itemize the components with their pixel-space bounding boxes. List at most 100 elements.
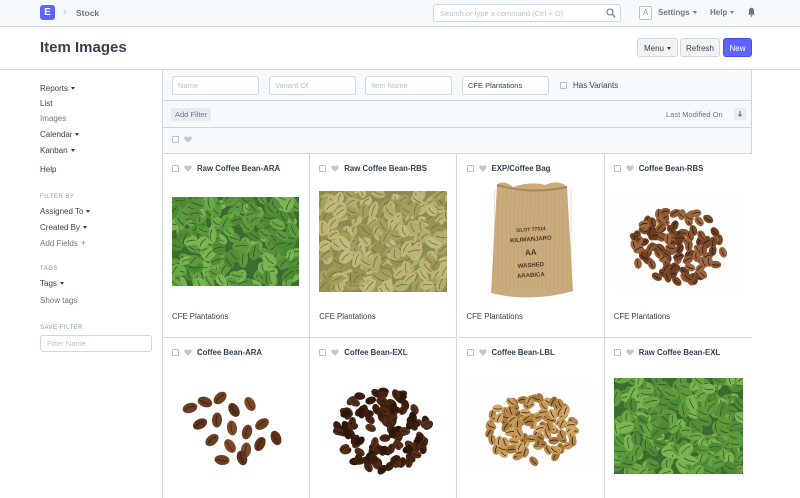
item-image[interactable] — [466, 380, 595, 470]
has-variants-checkbox[interactable] — [560, 82, 567, 89]
navbar: E › Stock A Settings Help — [0, 0, 800, 27]
add-fields-link[interactable]: Add Fields + — [40, 238, 86, 248]
refresh-button[interactable]: Refresh — [680, 38, 720, 57]
sort-order-button[interactable] — [734, 108, 746, 120]
tags-label: Tags — [40, 279, 57, 288]
add-filter-button[interactable]: Add Filter — [171, 108, 212, 121]
item-card[interactable]: Raw Coffee Bean-RBS CFE Plantations — [310, 154, 458, 338]
has-variants-label: Has Variants — [573, 81, 619, 90]
sidebar-item-help[interactable]: Help — [40, 165, 56, 174]
item-title[interactable]: EXP/Coffee Bag — [492, 164, 551, 173]
item-title[interactable]: Raw Coffee Bean-EXL — [639, 348, 720, 357]
select-all-checkbox[interactable] — [172, 136, 179, 143]
item-card[interactable]: Raw Coffee Bean-ARA CFE Plantations — [163, 154, 310, 338]
item-title[interactable]: Coffee Bean-ARA — [197, 348, 262, 357]
sidebar-item-list[interactable]: List — [40, 99, 52, 108]
heart-icon[interactable] — [625, 165, 634, 172]
item-name-filter-input[interactable] — [365, 76, 452, 95]
item-title[interactable]: Coffee Bean-RBS — [639, 164, 704, 173]
heart-icon[interactable] — [184, 349, 192, 356]
search-input[interactable] — [434, 5, 594, 21]
item-image[interactable] — [613, 191, 742, 292]
item-image[interactable] — [319, 191, 448, 292]
item-checkbox[interactable] — [466, 165, 474, 172]
caret-down-icon — [667, 47, 671, 51]
item-group: CFE Plantations — [613, 312, 671, 321]
item-image[interactable] — [172, 380, 300, 468]
item-title[interactable]: Raw Coffee Bean-RBS — [344, 164, 427, 173]
tags-heading: TAGS — [40, 266, 58, 272]
breadcrumb-stock[interactable]: Stock — [76, 8, 99, 18]
item-title[interactable]: Coffee Bean-LBL — [492, 348, 555, 357]
caret-down-icon — [730, 11, 735, 15]
item-image[interactable] — [172, 197, 299, 286]
bell-icon[interactable] — [747, 7, 756, 17]
item-image[interactable] — [319, 370, 448, 482]
sidebar-item-reports[interactable]: Reports — [40, 84, 76, 93]
green-coffee-beans-image — [613, 378, 743, 474]
assigned-to-filter[interactable]: Assigned To — [40, 207, 91, 216]
search-icon[interactable] — [606, 8, 616, 18]
created-by-label: Created By — [40, 223, 81, 232]
show-tags-link[interactable]: Show tags — [40, 296, 77, 305]
sort-selector[interactable]: Last Modified On — [666, 110, 723, 119]
item-card[interactable]: Coffee Bean-RBS CFE Plantations — [604, 154, 752, 338]
item-image[interactable]: 5/LOT 77314 KILIMANJARO AA WASHED ARABICA — [482, 179, 580, 305]
menu-button[interactable]: Menu — [637, 38, 678, 57]
item-group: CFE Plantations — [172, 312, 229, 321]
settings-label: Settings — [658, 8, 690, 17]
item-checkbox[interactable] — [172, 349, 179, 356]
save-filter-heading: SAVE FILTER — [40, 325, 83, 331]
item-group-filter-input[interactable] — [462, 76, 549, 95]
heart-icon[interactable] — [478, 165, 487, 172]
burlap-coffee-sack-image: 5/LOT 77314KILIMANJAROAAWASHEDARABICA — [482, 179, 580, 305]
heart-icon[interactable] — [625, 349, 634, 356]
heart-icon[interactable] — [184, 165, 192, 172]
item-image[interactable] — [613, 378, 743, 474]
sidebar-item-label: Kanban — [40, 146, 68, 155]
heart-icon[interactable] — [478, 349, 487, 356]
item-title[interactable]: Coffee Bean-EXL — [344, 348, 407, 357]
heart-icon[interactable] — [331, 349, 340, 356]
item-group: CFE Plantations — [319, 312, 376, 321]
caret-down-icon — [75, 133, 80, 137]
plus-icon: + — [80, 238, 87, 248]
name-filter-input[interactable] — [172, 76, 259, 95]
created-by-filter[interactable]: Created By — [40, 223, 88, 232]
app-logo[interactable]: E — [40, 5, 55, 20]
tags-filter[interactable]: Tags — [40, 279, 64, 288]
item-checkbox[interactable] — [466, 349, 474, 356]
avatar[interactable]: A — [639, 6, 652, 20]
item-checkbox[interactable] — [613, 165, 621, 172]
sidebar-item-label: Reports — [40, 84, 69, 93]
caret-down-icon — [83, 226, 88, 230]
filter-name-input[interactable] — [40, 335, 152, 352]
item-card[interactable]: EXP/Coffee Bag 5/LOT 77314 KILIMANJARO AA WA… — [457, 154, 605, 338]
help-dropdown[interactable]: Help — [710, 8, 735, 17]
item-card[interactable]: Coffee Bean-LBL — [457, 338, 605, 498]
sidebar-item-calendar[interactable]: Calendar — [40, 130, 80, 139]
caret-down-icon — [59, 282, 64, 286]
heart-icon[interactable] — [331, 165, 340, 172]
dark-roasted-coffee-pile-image — [319, 370, 448, 482]
awesomebar — [433, 4, 621, 22]
settings-dropdown[interactable]: Settings — [658, 8, 697, 17]
sidebar-item-images[interactable]: Images — [40, 114, 66, 123]
heart-icon[interactable] — [184, 136, 192, 143]
item-group: CFE Plantations — [466, 312, 523, 321]
new-button[interactable]: New — [723, 38, 752, 57]
item-title[interactable]: Raw Coffee Bean-ARA — [197, 164, 280, 173]
sack-label-text: AA — [524, 248, 536, 258]
item-card[interactable]: Coffee Bean-ARA — [163, 338, 310, 498]
assigned-to-label: Assigned To — [40, 207, 84, 216]
item-card[interactable]: Raw Coffee Bean-EXL — [604, 338, 752, 498]
standard-filters: Has Variants — [163, 70, 751, 101]
variant-of-filter-input[interactable] — [269, 76, 356, 95]
item-checkbox[interactable] — [319, 349, 327, 356]
item-card[interactable]: Coffee Bean-EXL — [310, 338, 458, 498]
item-checkbox[interactable] — [319, 165, 327, 172]
page-title: Item Images — [40, 39, 127, 56]
item-checkbox[interactable] — [613, 349, 621, 356]
sidebar-item-kanban[interactable]: Kanban — [40, 146, 75, 155]
item-checkbox[interactable] — [172, 165, 179, 172]
